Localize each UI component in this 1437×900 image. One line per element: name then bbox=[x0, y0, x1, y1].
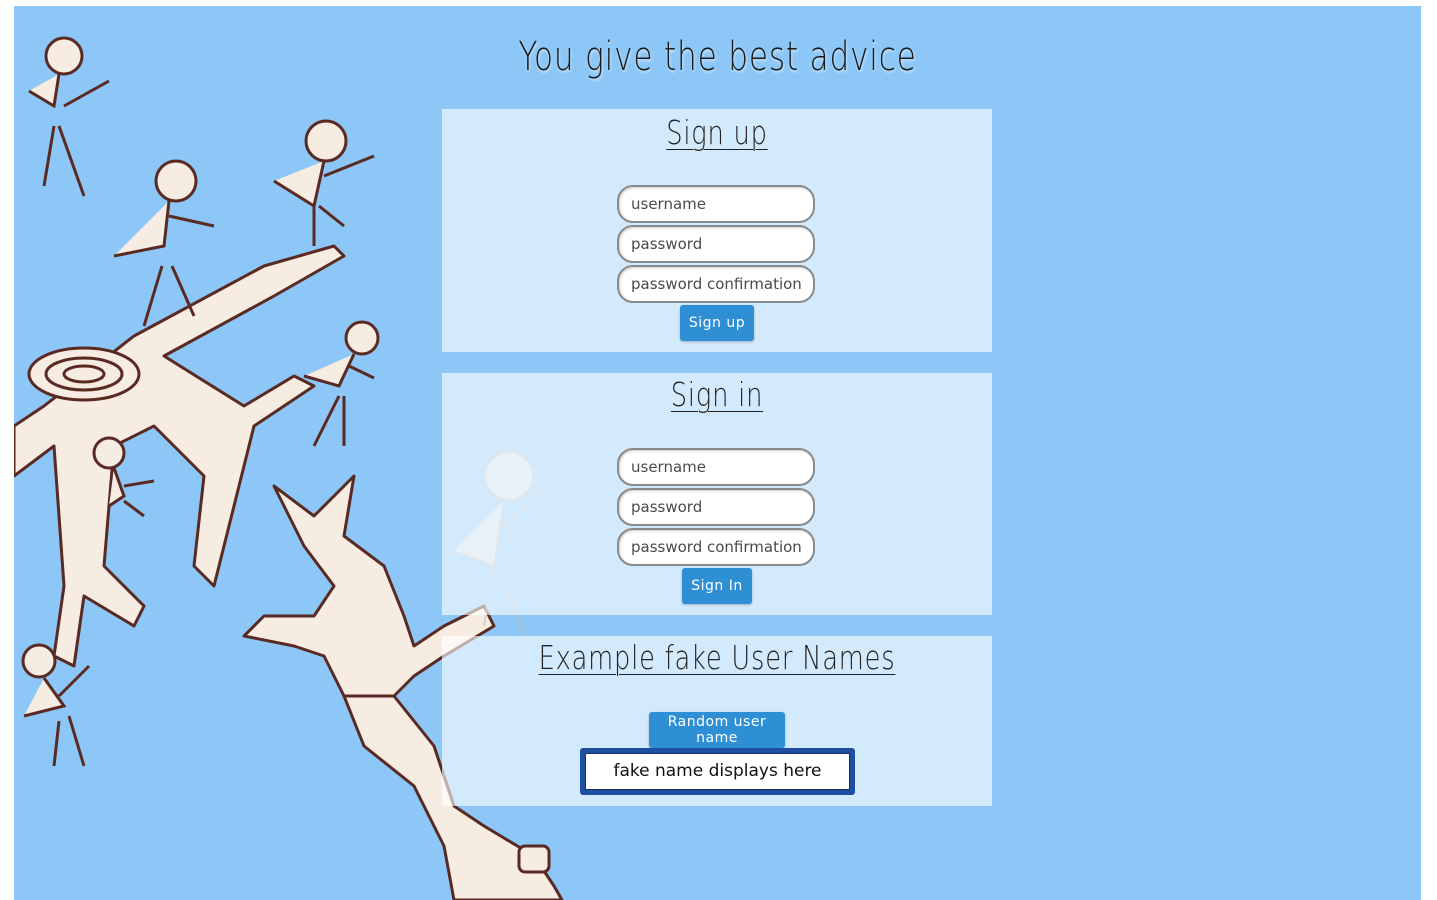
signin-password-confirmation-field[interactable] bbox=[617, 528, 815, 566]
signin-username-field[interactable] bbox=[617, 448, 815, 486]
example-names-heading: Example fake User Names bbox=[538, 638, 896, 677]
signup-password-field[interactable] bbox=[617, 225, 815, 263]
random-user-name-button[interactable]: Random user name bbox=[649, 712, 785, 748]
signup-heading: Sign up bbox=[666, 113, 768, 152]
signup-username-field[interactable] bbox=[617, 185, 815, 223]
signup-card: Sign up Sign up bbox=[442, 109, 992, 352]
fake-name-display: fake name displays here bbox=[580, 748, 855, 795]
signup-button[interactable]: Sign up bbox=[680, 305, 754, 341]
signup-password-confirmation-field[interactable] bbox=[617, 265, 815, 303]
example-names-card: Example fake User Names Random user name… bbox=[442, 636, 992, 806]
signin-card: Sign in Sign In bbox=[442, 373, 992, 615]
signin-password-field[interactable] bbox=[617, 488, 815, 526]
signin-button[interactable]: Sign In bbox=[682, 568, 752, 604]
page-background: You give the best advice Sign up Sign up… bbox=[14, 6, 1421, 900]
signin-heading: Sign in bbox=[670, 375, 764, 414]
page-title: You give the best advice bbox=[518, 34, 917, 80]
